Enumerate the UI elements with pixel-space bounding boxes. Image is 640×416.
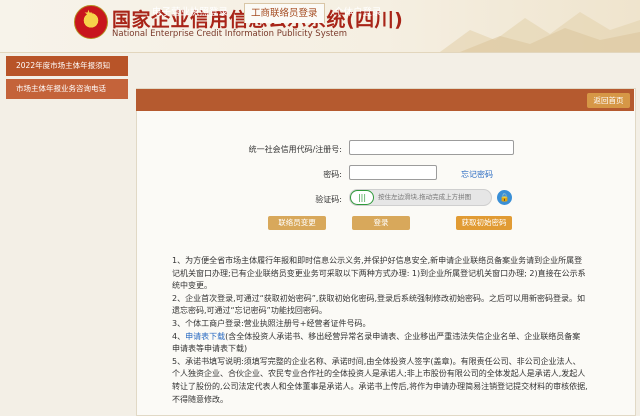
mountain-illustration xyxy=(440,12,640,52)
change-contact-button[interactable]: 联络员变更 xyxy=(268,216,326,230)
sidebar: 2022年度市场主体年报须知 市场主体年报业务咨询电话 xyxy=(6,56,128,102)
slider-handle[interactable]: ||| xyxy=(350,190,374,205)
lock-icon: 🔒 xyxy=(497,190,512,205)
emblem-star-icon: ★ xyxy=(84,9,93,20)
note-4-prefix: 4、 xyxy=(172,331,186,341)
note-4-text: (含全体投资人承诺书、移出经营异常名录申请表、企业移出严重违法失信企业名单、企业… xyxy=(172,331,581,354)
tab-e-license-login[interactable]: 电子营业执照登录 xyxy=(152,3,228,22)
sidebar-item-annual-report-notice[interactable]: 2022年度市场主体年报须知 xyxy=(6,56,128,76)
note-4: 4、申请表下载(含全体投资人承诺书、移出经营异常名录申请表、企业移出严重违法失信… xyxy=(172,331,588,356)
login-button[interactable]: 登录 xyxy=(352,216,410,230)
instructions: 1、为方便全省市场主体履行年报和即时信息公示义务,并保护好信息安全,新申请企业联… xyxy=(172,255,588,406)
sidebar-item-consultation-phone[interactable]: 市场主体年报业务咨询电话 xyxy=(6,79,128,99)
note-1: 1、为方便全省市场主体履行年报和即时信息公示义务,并保护好信息安全,新申请企业联… xyxy=(172,256,586,291)
form-download-link[interactable]: 申请表下载 xyxy=(185,332,225,341)
note-5: 5、承诺书填写说明:须填写完整的企业名称、承诺时间,由全体投资人签字(盖章)。有… xyxy=(172,356,588,404)
get-initial-password-button[interactable]: 获取初始密码 xyxy=(456,216,512,230)
forgot-password-link[interactable]: 忘记密码 xyxy=(461,169,493,180)
note-3: 3、个体工商户登录:营业执照注册号+经营者证件号码。 xyxy=(172,318,371,328)
captcha-label: 验证码: xyxy=(315,195,342,204)
captcha-slider[interactable]: ||| 按住左边滑块,拖动完成上方拼图 xyxy=(349,189,492,206)
tab-contact-login[interactable]: 工商联络员登录 xyxy=(244,3,325,23)
login-tabs xyxy=(136,89,634,111)
password-input[interactable] xyxy=(349,165,437,180)
back-home-button[interactable]: 返回首页 xyxy=(587,93,630,108)
slider-hint: 按住左边滑块,拖动完成上方拼图 xyxy=(378,193,472,201)
credit-code-input[interactable] xyxy=(349,140,514,155)
credit-code-label: 统一社会信用代码/注册号: xyxy=(248,145,342,154)
tab-individual-login[interactable]: 个体户登录 xyxy=(334,3,382,22)
site-subtitle: National Enterprise Credit Information P… xyxy=(112,29,347,39)
password-label: 密码: xyxy=(323,170,342,179)
note-2: 2、企业首次登录,可通过“获取初始密码”,获取初始化密码,登录后系统强制修改初始… xyxy=(172,293,586,316)
